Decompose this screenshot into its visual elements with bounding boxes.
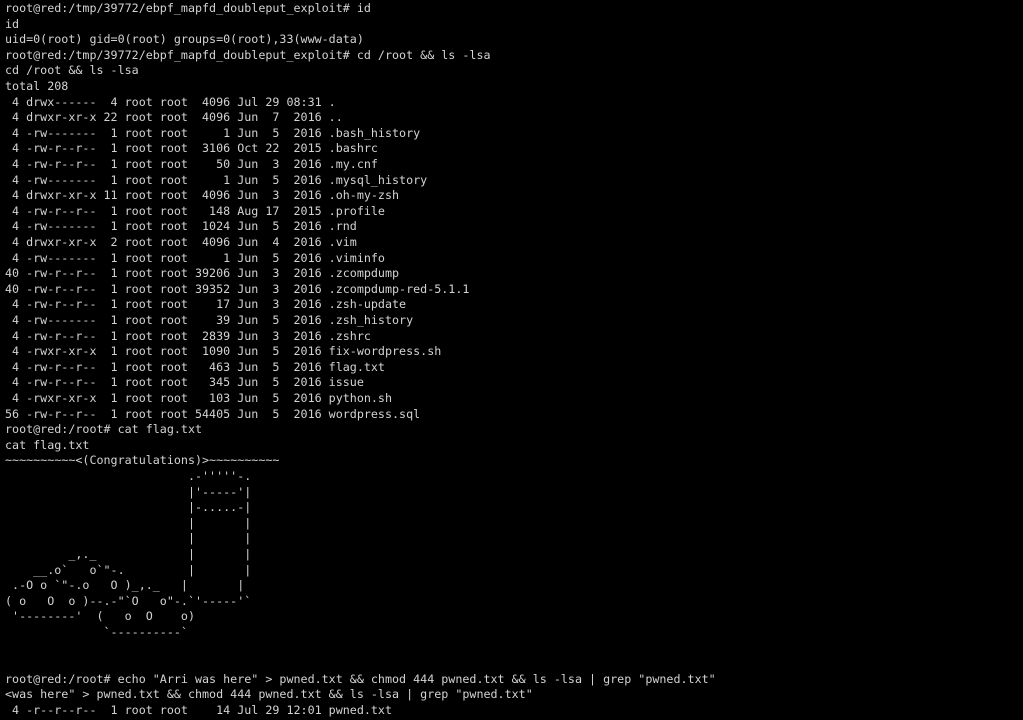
terminal-line: 4 -r--r--r-- 1 root root 14 Jul 29 12:01… <box>5 703 393 717</box>
terminal-line: 4 -rw-r--r-- 1 root root 17 Jun 3 2016 .… <box>5 297 407 312</box>
terminal-line: 4 -rw-r--r-- 1 root root 148 Aug 17 2015… <box>5 203 385 218</box>
terminal-line: <was here" > pwned.txt && chmod 444 pwne… <box>5 687 533 702</box>
terminal-line: root@red:/root# cat flag.txt <box>5 422 203 437</box>
terminal-line: cat flag.txt <box>5 437 90 452</box>
terminal-line: root@red:/tmp/39772/ebpf_mapfd_doubleput… <box>5 47 491 62</box>
terminal-line: _,._ | | <box>5 547 252 561</box>
terminal-line: | | <box>5 515 252 530</box>
terminal-line: total 208 <box>5 79 69 93</box>
terminal-line: 4 -rw------- 1 root root 1 Jun 5 2016 .m… <box>5 172 428 187</box>
terminal-line: 40 -rw-r--r-- 1 root root 39352 Jun 3 20… <box>5 281 470 296</box>
terminal-line: 4 drwxr-xr-x 2 root root 4096 Jun 4 2016… <box>5 235 357 249</box>
terminal-line: 4 -rw-r--r-- 1 root root 463 Jun 5 2016 … <box>5 359 385 374</box>
terminal-line: __.o` o`"-. | | <box>5 562 252 577</box>
terminal-line: |-.....-| <box>5 500 252 515</box>
terminal-line: .-O o `"-.o O )_,._ | | <box>5 578 245 593</box>
terminal-line: `----------` <box>5 625 188 639</box>
terminal-line: 40 -rw-r--r-- 1 root root 39206 Jun 3 20… <box>5 266 400 281</box>
terminal-line: root@red:/tmp/39772/ebpf_mapfd_doubleput… <box>5 1 371 15</box>
terminal-line: 4 drwx------ 4 root root 4096 Jul 29 08:… <box>5 94 336 109</box>
terminal-line: 4 -rw------- 1 root root 1 Jun 5 2016 .v… <box>5 250 385 265</box>
terminal-line: 4 -rwxr-xr-x 1 root root 1090 Jun 5 2016… <box>5 344 442 359</box>
terminal-line: ~~~~~~~~~~<(Congratulations)>~~~~~~~~~~ <box>5 453 280 468</box>
terminal-line: ( o O o )--.-"`O o"-.`'-----'` <box>5 593 252 608</box>
terminal-line: 56 -rw-r--r-- 1 root root 54405 Jun 5 20… <box>5 406 421 421</box>
terminal-line: .-'''''-. <box>5 469 252 483</box>
terminal-line: id <box>5 16 20 31</box>
terminal-line: cd /root && ls -lsa <box>5 63 139 78</box>
terminal-line: 4 -rw-r--r-- 1 root root 3106 Oct 22 201… <box>5 141 378 156</box>
terminal-line: 4 -rw------- 1 root root 1024 Jun 5 2016… <box>5 219 357 234</box>
terminal-line: 4 -rw------- 1 root root 39 Jun 5 2016 .… <box>5 313 414 327</box>
terminal-line: 4 -rw-r--r-- 1 root root 345 Jun 5 2016 … <box>5 375 364 390</box>
terminal-window[interactable]: root@red:/tmp/39772/ebpf_mapfd_doubleput… <box>0 0 1023 720</box>
terminal-line: 4 -rw------- 1 root root 1 Jun 5 2016 .b… <box>5 125 421 140</box>
terminal-line: 4 -rwxr-xr-x 1 root root 103 Jun 5 2016 … <box>5 391 393 405</box>
terminal-line: 4 drwxr-xr-x 11 root root 4096 Jun 3 201… <box>5 188 400 203</box>
terminal-line: 4 -rw-r--r-- 1 root root 2839 Jun 3 2016… <box>5 328 371 343</box>
terminal-line: 4 -rw-r--r-- 1 root root 50 Jun 3 2016 .… <box>5 157 378 171</box>
terminal-line: | | <box>5 531 252 546</box>
terminal-line: uid=0(root) gid=0(root) groups=0(root),3… <box>5 32 364 47</box>
terminal-line: '--------' ( o O o) <box>5 609 195 624</box>
terminal-line: root@red:/root# echo "Arri was here" > p… <box>5 671 716 686</box>
terminal-line: |'-----'| <box>5 484 252 499</box>
terminal-line: 4 drwxr-xr-x 22 root root 4096 Jun 7 201… <box>5 110 343 125</box>
